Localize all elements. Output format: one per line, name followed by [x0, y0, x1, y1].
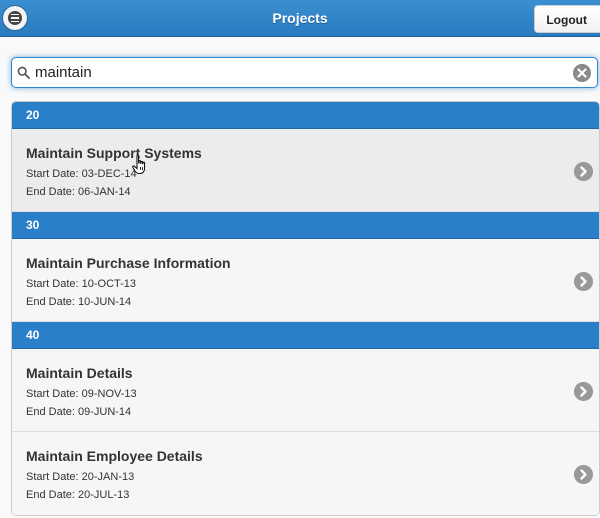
chevron-right-icon: [574, 465, 593, 484]
list-divider: 40: [12, 322, 599, 349]
item-title: Maintain Details: [26, 365, 133, 381]
item-start-date: Start Date: 09-NOV-13: [26, 388, 137, 400]
page-title: Projects: [272, 10, 328, 26]
search-input[interactable]: [35, 58, 555, 87]
hand-cursor-icon: [132, 154, 146, 174]
project-list: 20 Maintain Support Systems Start Date: …: [11, 101, 600, 516]
item-end-date: End Date: 20-JUL-13: [26, 489, 130, 501]
item-title: Maintain Support Systems: [26, 145, 202, 161]
item-end-date: End Date: 09-JUN-14: [26, 406, 132, 418]
item-start-date: Start Date: 10-OCT-13: [26, 278, 137, 290]
list-item[interactable]: Maintain Support Systems Start Date: 03-…: [12, 129, 599, 212]
clear-icon[interactable]: [573, 64, 591, 82]
chevron-right-icon: [574, 382, 593, 401]
chevron-right-icon: [574, 272, 593, 291]
app-header: Projects Logout: [0, 0, 600, 37]
list-divider: 30: [12, 212, 599, 239]
logout-button[interactable]: Logout: [534, 5, 600, 33]
item-start-date: Start Date: 03-DEC-14: [26, 168, 137, 180]
item-start-date: Start Date: 20-JAN-13: [26, 471, 135, 483]
list-divider: 20: [12, 102, 599, 129]
chevron-right-icon: [574, 162, 593, 181]
list-item[interactable]: Maintain Details Start Date: 09-NOV-13 E…: [12, 349, 599, 432]
search-box[interactable]: [11, 57, 598, 88]
item-end-date: End Date: 06-JAN-14: [26, 186, 131, 198]
item-title: Maintain Employee Details: [26, 448, 203, 464]
list-item[interactable]: Maintain Employee Details Start Date: 20…: [12, 432, 599, 515]
list-item[interactable]: Maintain Purchase Information Start Date…: [12, 239, 599, 322]
item-title: Maintain Purchase Information: [26, 255, 231, 271]
search-icon: [17, 66, 30, 79]
item-end-date: End Date: 10-JUN-14: [26, 296, 132, 308]
